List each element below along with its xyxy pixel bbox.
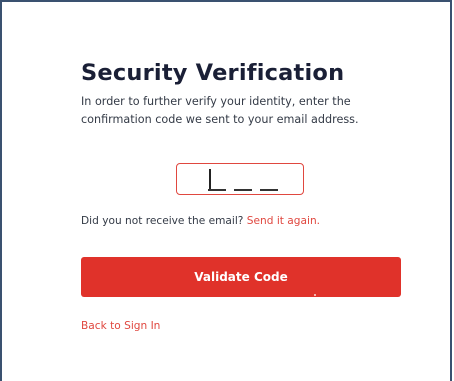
resend-prompt: Did you not receive the email? bbox=[81, 215, 247, 227]
code-slot-3 bbox=[260, 189, 278, 191]
page-description: In order to further verify your identity… bbox=[81, 95, 359, 126]
code-slot-1 bbox=[208, 189, 226, 191]
code-slot-2 bbox=[234, 189, 252, 191]
resend-row: Did you not receive the email? Send it a… bbox=[81, 215, 320, 227]
text-cursor bbox=[209, 169, 211, 189]
send-again-link[interactable]: Send it again. bbox=[247, 215, 320, 227]
validate-code-button[interactable]: Validate Code bbox=[81, 257, 401, 297]
back-to-sign-in-link[interactable]: Back to Sign In bbox=[81, 320, 160, 332]
validate-code-label: Validate Code bbox=[194, 270, 288, 284]
verification-code-input[interactable] bbox=[176, 163, 304, 195]
page-title: Security Verification bbox=[81, 60, 345, 86]
button-artifact-dot bbox=[314, 294, 316, 296]
verification-card: Security Verification In order to furthe… bbox=[81, 58, 401, 332]
